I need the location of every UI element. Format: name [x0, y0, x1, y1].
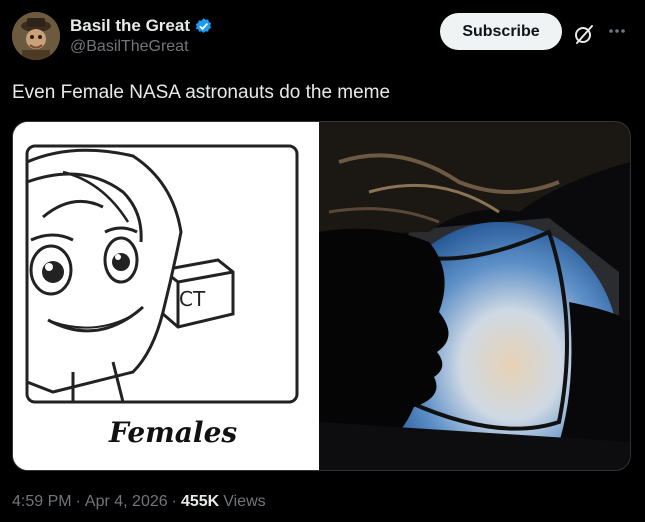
tweet-text: Even Female NASA astronauts do the meme: [12, 82, 391, 103]
author-name[interactable]: Basil the Great: [70, 16, 190, 36]
meta-separator: ·: [171, 493, 177, 510]
tweet-header: Basil the Great @BasilTheGreat Subscribe: [12, 12, 633, 62]
avatar[interactable]: [12, 12, 60, 60]
tweet-meta: 4:59 PM · Apr 4, 2026 · 455K Views: [12, 493, 266, 511]
grok-icon[interactable]: [572, 22, 596, 46]
verified-badge-icon: [194, 17, 213, 36]
tweet-media[interactable]: CT Females: [12, 121, 631, 471]
author-handle[interactable]: @BasilTheGreat: [70, 38, 189, 56]
astronaut-window-photo: [319, 122, 630, 470]
more-icon[interactable]: [606, 20, 628, 42]
views-count: 455K: [180, 493, 220, 510]
tweet-time[interactable]: 4:59 PM: [12, 493, 72, 511]
views-label: Views: [223, 493, 266, 510]
box-label: CT: [179, 287, 206, 311]
tweet-date[interactable]: Apr 4, 2026: [85, 493, 168, 511]
name-row: Basil the Great: [70, 16, 213, 36]
meta-separator: ·: [75, 493, 81, 510]
meme-caption: Females: [108, 416, 237, 449]
subscribe-button[interactable]: Subscribe: [440, 13, 562, 50]
meme-drawing-image: CT Females: [13, 122, 319, 470]
